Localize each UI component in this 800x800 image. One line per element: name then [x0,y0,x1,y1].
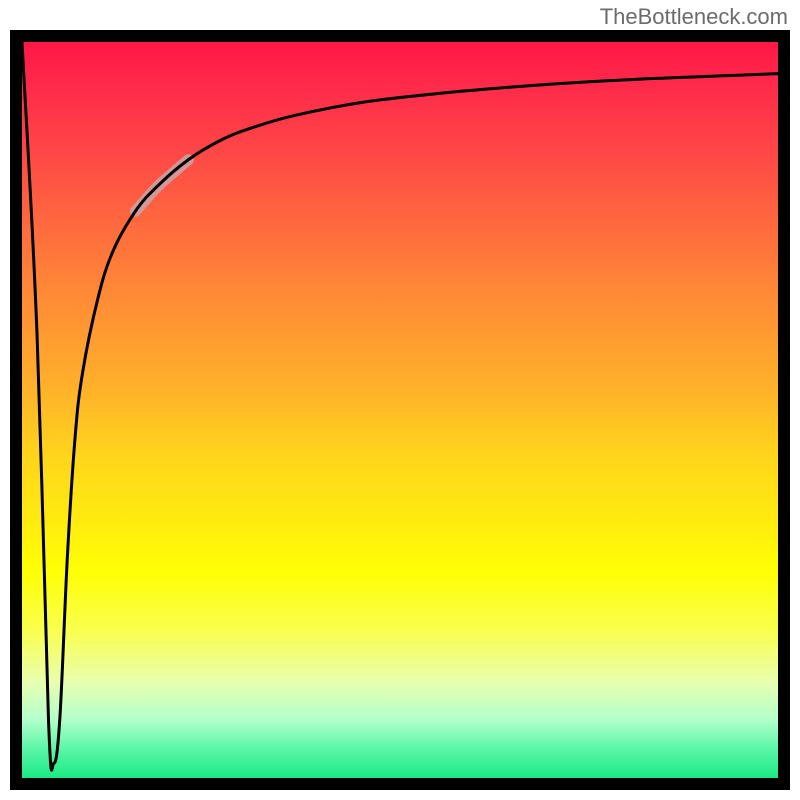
bottleneck-curve [22,42,778,770]
chart-frame [10,30,790,790]
chart-svg [22,42,778,778]
watermark-text: TheBottleneck.com [600,4,788,30]
